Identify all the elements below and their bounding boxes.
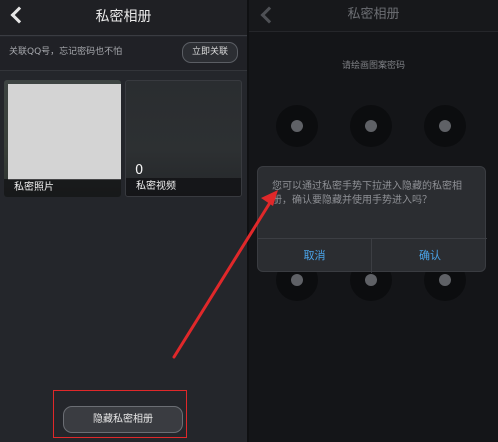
- page-title: 私密相册: [347, 7, 400, 22]
- left-header: 私密相册: [0, 0, 247, 36]
- album-photos[interactable]: 私密照片: [4, 80, 121, 197]
- dialog-message: 您可以通过私密手势下拉进入隐藏的私密相册，确认要隐藏并使用手势进入吗？: [272, 181, 462, 206]
- right-header: 私密相册: [249, 0, 498, 32]
- pattern-node[interactable]: [276, 105, 318, 147]
- link-notice-bar: 关联QQ号，忘记密码也不怕 立即关联: [0, 37, 247, 71]
- album-videos-label: 私密视频: [126, 178, 241, 196]
- cancel-button[interactable]: 取消: [258, 239, 372, 273]
- notice-text: 关联QQ号，忘记密码也不怕: [9, 47, 123, 57]
- page-title: 私密相册: [95, 9, 152, 25]
- album-videos[interactable]: 0 私密视频: [125, 80, 242, 197]
- hide-album-button[interactable]: 隐藏私密相册: [63, 406, 183, 433]
- pattern-dot: [365, 274, 377, 286]
- pattern-dot: [365, 120, 377, 132]
- photo-thumbnail: [8, 84, 121, 180]
- pattern-dot: [291, 120, 303, 132]
- pattern-dot: [439, 120, 451, 132]
- link-now-button[interactable]: 立即关联: [182, 42, 238, 63]
- pattern-node[interactable]: [424, 105, 466, 147]
- pattern-node[interactable]: [350, 105, 392, 147]
- confirm-dialog: 您可以通过私密手势下拉进入隐藏的私密相册，确认要隐藏并使用手势进入吗？ 取消 确…: [257, 166, 487, 273]
- album-photos-label: 私密照片: [4, 179, 121, 197]
- right-screen: 私密相册 请绘画图案密码 您可以通过私密手势下拉进入隐藏的私密相册，确认要隐藏并…: [249, 0, 498, 442]
- pattern-hint: 请绘画图案密码: [341, 61, 405, 71]
- pattern-dot: [439, 274, 451, 286]
- pattern-dot: [291, 274, 303, 286]
- screenshot-stage: 私密相册 关联QQ号，忘记密码也不怕 立即关联 私密照片 0 私密视频 隐藏私密…: [0, 0, 498, 442]
- album-videos-count: 0: [135, 163, 144, 178]
- confirm-button[interactable]: 确认: [373, 239, 487, 273]
- left-screen: 私密相册 关联QQ号，忘记密码也不怕 立即关联 私密照片 0 私密视频 隐藏私密…: [0, 0, 247, 442]
- dialog-actions: 取消 确认: [258, 238, 487, 273]
